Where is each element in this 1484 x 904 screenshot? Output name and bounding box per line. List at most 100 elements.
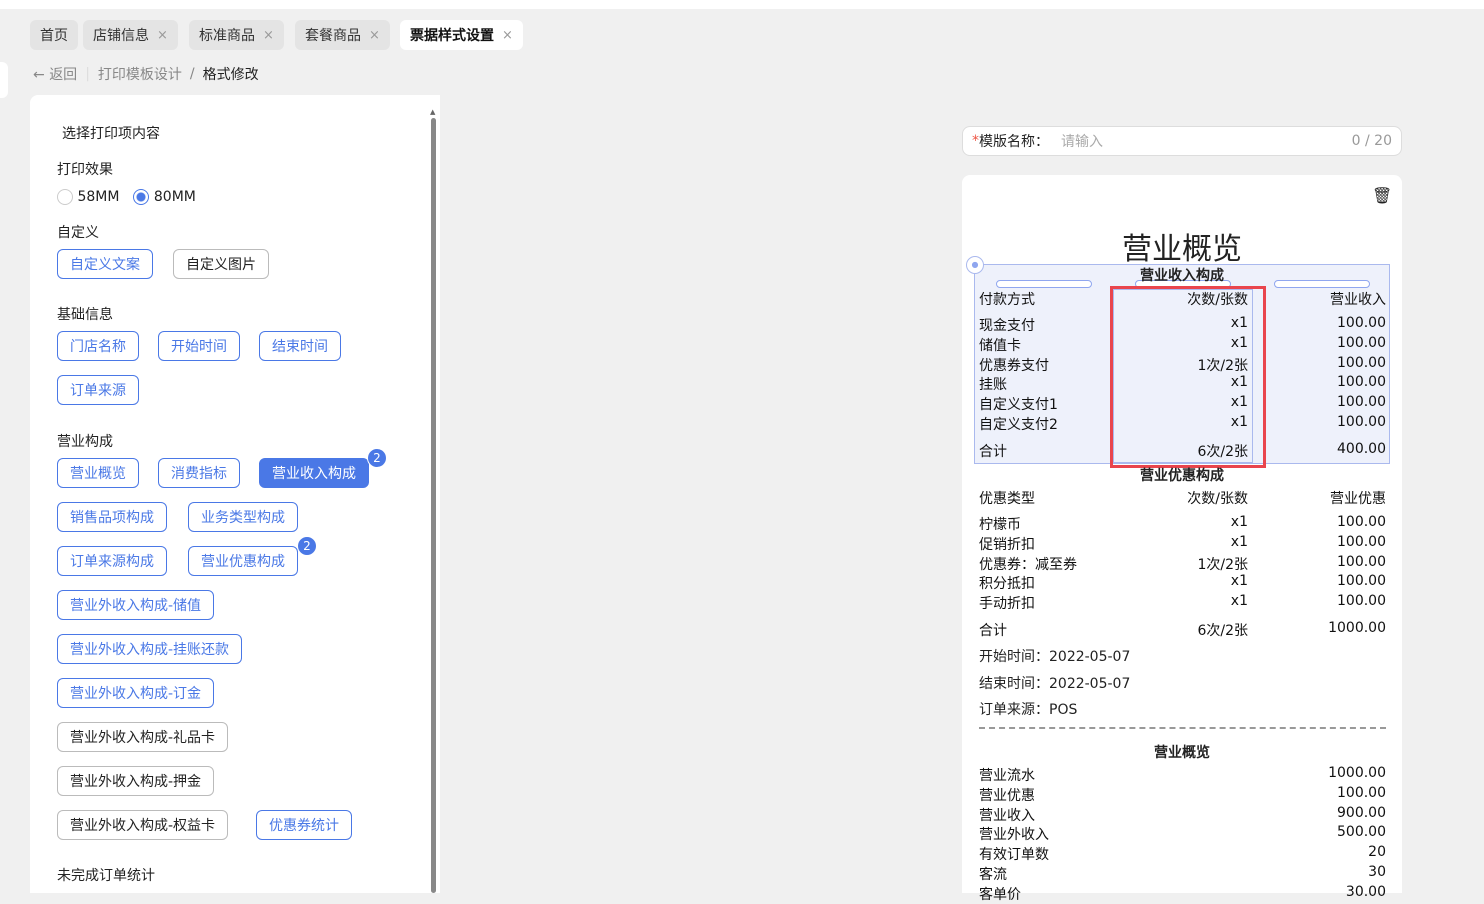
receipt-row: 积分抵扣 x1 100.00 xyxy=(979,573,1386,593)
cell: 手动折扣 xyxy=(979,596,1035,613)
tab-3[interactable]: 套餐商品 × xyxy=(295,20,390,50)
cell: 500.00 xyxy=(1337,824,1386,841)
print-item-button[interactable]: 营业外收入构成-订金 xyxy=(57,678,215,708)
breadcrumb: ← 返回 | 打印模板设计 / 格式修改 xyxy=(33,64,259,84)
print-item-button[interactable]: 销售品项构成 xyxy=(57,502,167,532)
cell: 1000.00 xyxy=(1328,765,1386,781)
radio-label: 58MM xyxy=(77,189,120,205)
unfinished-label: 未完成订单统计 xyxy=(57,868,155,884)
receipt-row: 优惠类型 次数/张数 营业优惠 xyxy=(979,488,1386,508)
print-item-button[interactable]: 营业外收入构成-权益卡 xyxy=(57,810,229,840)
cell: 900.00 xyxy=(1337,804,1386,821)
breadcrumb-sep: / xyxy=(189,66,195,82)
receipt-row: 优惠券：减至券 1次/2张 100.00 xyxy=(979,554,1386,574)
print-item-button[interactable]: 结束时间 xyxy=(259,331,341,361)
breadcrumb-parent[interactable]: 打印模板设计 xyxy=(98,64,182,84)
trash-icon[interactable]: 🗑 xyxy=(1372,186,1392,205)
divider: | xyxy=(85,66,90,82)
radio-80mm[interactable]: 80MM xyxy=(133,189,196,205)
char-count: 0 / 20 xyxy=(1351,133,1392,149)
print-item-button[interactable]: 自定义文案 xyxy=(57,249,153,279)
cell: 自定义支付1 xyxy=(979,397,1058,414)
cell: 100.00 xyxy=(1337,533,1386,550)
scroll-up-icon[interactable]: ▲ xyxy=(430,108,435,116)
section-title: 营业收入构成 xyxy=(1140,268,1224,284)
size-radio-group: 58MM 80MM xyxy=(57,189,196,205)
cell: x1 xyxy=(1230,514,1248,530)
receipt-row: 有效订单数 20 xyxy=(979,844,1386,864)
receipt-row: 促销折扣 x1 100.00 xyxy=(979,534,1386,554)
cell: x1 xyxy=(1230,533,1248,550)
section-title: 营业概览 xyxy=(1154,745,1210,761)
tab-4[interactable]: 票据样式设置 × xyxy=(400,20,523,50)
tab-label: 首页 xyxy=(40,28,68,44)
print-item-button[interactable]: 营业外收入构成-礼品卡 xyxy=(57,722,229,752)
back-link[interactable]: ← 返回 xyxy=(33,64,77,84)
info-line: 订单来源：POS xyxy=(979,702,1078,718)
side-collapse-handle[interactable] xyxy=(0,62,8,98)
print-item-button[interactable]: 营业概览 xyxy=(57,458,139,488)
cell: 1次/2张 xyxy=(1197,556,1248,573)
cell: 营业优惠 xyxy=(979,787,1035,804)
print-item-button[interactable]: 开始时间 xyxy=(158,331,240,361)
cell: 100.00 xyxy=(1337,593,1386,610)
scrollbar[interactable] xyxy=(431,118,436,893)
template-name-placeholder: 请输入 xyxy=(1061,134,1103,150)
print-item-button[interactable]: 门店名称 xyxy=(57,331,139,361)
receipt-row: 储值卡 x1 100.00 xyxy=(979,335,1386,355)
print-item-button[interactable]: 业务类型构成 xyxy=(188,502,298,532)
dashed-divider xyxy=(979,727,1386,729)
tab-2[interactable]: 标准商品 × xyxy=(189,20,284,50)
print-item-button[interactable]: 订单来源 xyxy=(57,375,139,405)
close-icon[interactable]: × xyxy=(369,28,380,43)
tab-0[interactable]: 首页 xyxy=(30,20,78,50)
custom-label: 自定义 xyxy=(57,225,99,241)
info-line: 结束时间：2022-05-07 xyxy=(979,675,1131,692)
basic-info-label: 基础信息 xyxy=(57,307,113,323)
cell: 客单价 xyxy=(979,886,1021,903)
breadcrumb-current: 格式修改 xyxy=(202,67,259,83)
radio-58mm[interactable]: 58MM xyxy=(57,189,119,205)
cell: 付款方式 xyxy=(979,292,1035,308)
receipt-row: 合计 6次/2张 1000.00 xyxy=(979,620,1386,640)
cell: x1 xyxy=(1230,414,1248,430)
print-item-button[interactable]: 自定义图片 xyxy=(173,249,269,279)
print-item-button[interactable]: 营业外收入构成-储值 xyxy=(57,590,215,620)
cell: 优惠券支付 xyxy=(979,357,1049,374)
tab-label: 套餐商品 xyxy=(305,28,361,44)
cell: 30.00 xyxy=(1345,883,1386,900)
receipt-row: 营业优惠 100.00 xyxy=(979,785,1386,805)
print-item-button[interactable]: 订单来源构成 xyxy=(57,546,167,576)
close-icon[interactable]: × xyxy=(263,28,274,43)
cell: 次数/张数 xyxy=(1187,292,1248,308)
template-name-input[interactable]: * 模版名称： 请输入 0 / 20 xyxy=(962,126,1402,156)
receipt-row: 客流 30 xyxy=(979,864,1386,884)
cell: 客流 xyxy=(979,867,1007,883)
receipt-title: 营业概览 xyxy=(1122,232,1242,267)
cell: 100.00 xyxy=(1337,414,1386,430)
receipt-row: 客单价 30.00 xyxy=(979,884,1386,904)
cell: 合计 xyxy=(979,444,1007,460)
cell: x1 xyxy=(1230,334,1248,351)
print-item-button[interactable]: 优惠券统计 xyxy=(256,810,352,840)
print-item-button[interactable]: 消费指标 xyxy=(158,458,240,488)
print-item-button[interactable]: 营业收入构成 xyxy=(259,458,369,488)
tab-1[interactable]: 店铺信息 × xyxy=(83,20,178,50)
cell: x1 xyxy=(1230,315,1248,331)
print-item-button[interactable]: 营业外收入构成-挂账还款 xyxy=(57,634,243,664)
cell: 1次/2张 xyxy=(1197,357,1248,374)
close-icon[interactable]: × xyxy=(157,28,168,43)
print-item-button[interactable]: 营业外收入构成-押金 xyxy=(57,766,215,796)
radio-checked-icon xyxy=(133,189,150,205)
print-item-button[interactable]: 营业优惠构成 xyxy=(188,546,298,576)
receipt-row: 合计 6次/2张 400.00 xyxy=(979,441,1386,461)
receipt-row: 自定义支付2 x1 100.00 xyxy=(979,414,1386,434)
business-label: 营业构成 xyxy=(57,434,113,450)
cell: 100.00 xyxy=(1337,354,1386,371)
print-effect-label: 打印效果 xyxy=(57,162,113,178)
back-label: 返回 xyxy=(49,67,78,83)
cell: 营业收入 xyxy=(1330,292,1386,308)
close-icon[interactable]: × xyxy=(502,28,513,43)
tab-label: 店铺信息 xyxy=(93,28,149,44)
radio-label: 80MM xyxy=(153,189,196,205)
